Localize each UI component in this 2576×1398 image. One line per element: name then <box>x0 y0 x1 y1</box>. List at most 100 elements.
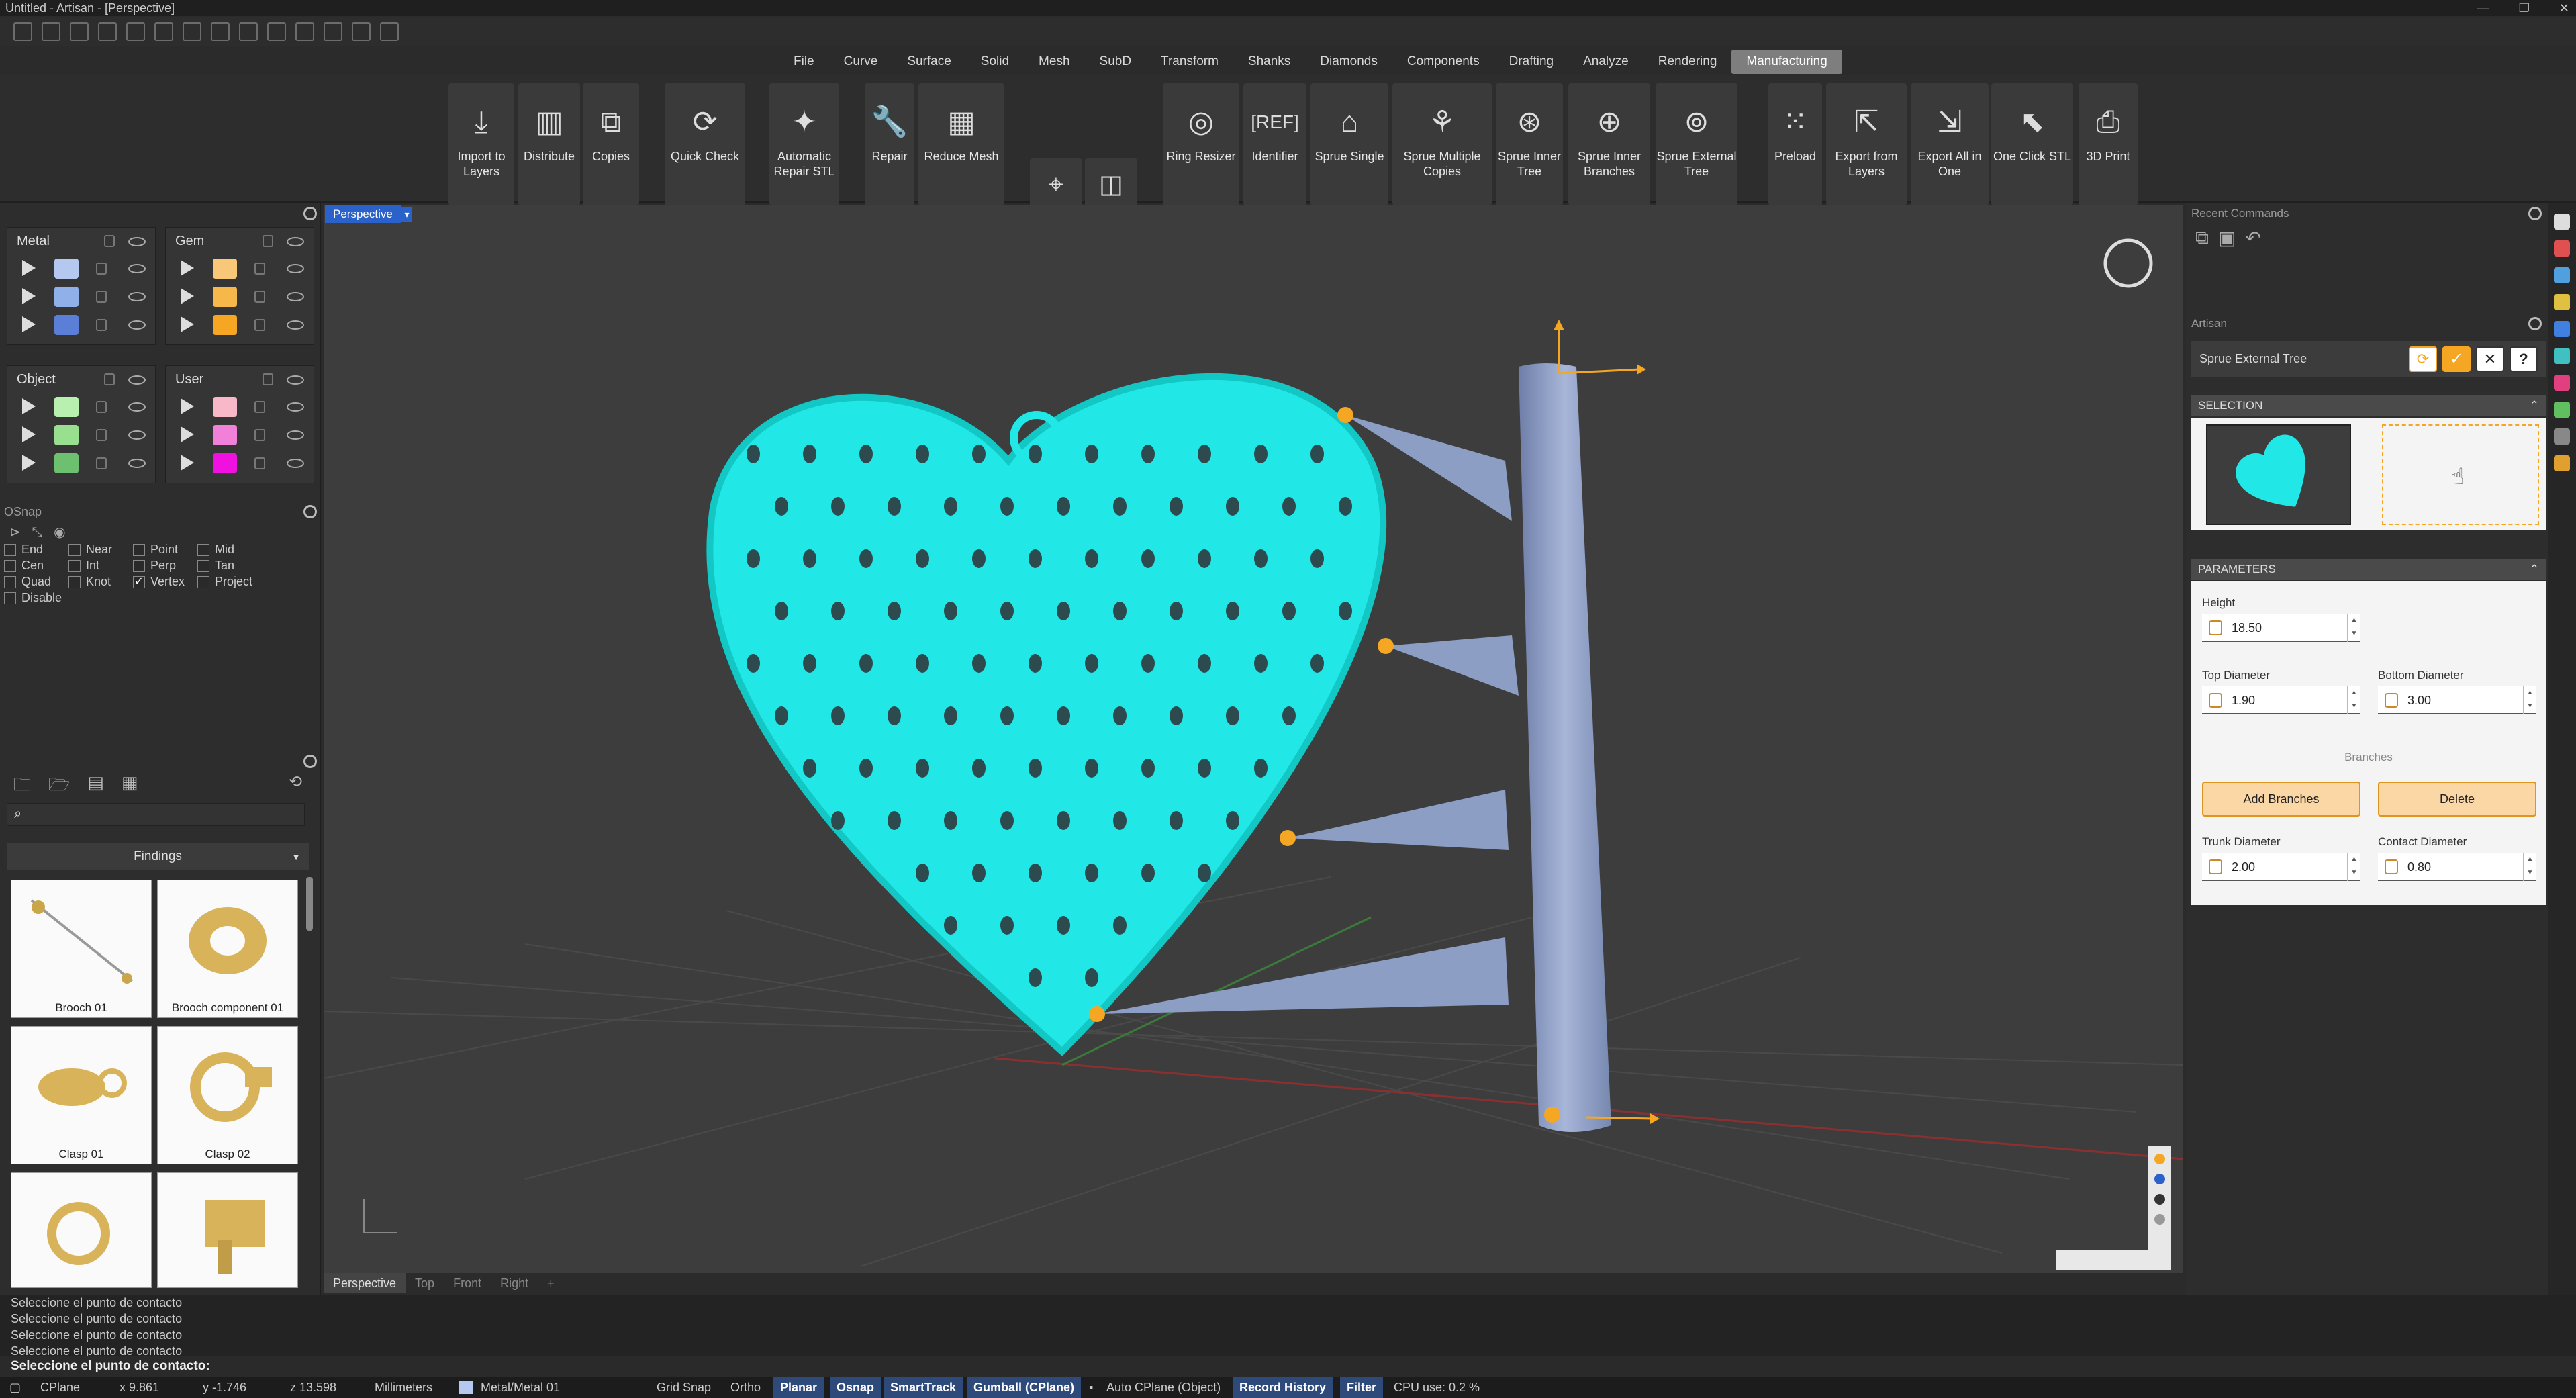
library-item[interactable] <box>157 1172 298 1288</box>
command-prompt[interactable]: Seleccione el punto de contacto: <box>0 1356 2576 1377</box>
top-diameter-field[interactable]: 1.90 ▲ ▼ <box>2202 686 2360 714</box>
osnap-point[interactable]: Point <box>133 543 178 557</box>
sprue-single-button[interactable]: ⌂ Sprue Single <box>1310 83 1388 205</box>
layer-row[interactable] <box>166 421 314 449</box>
eye-icon[interactable] <box>128 237 146 246</box>
export-all-in-one-button[interactable]: ⇲ Export All in One <box>1911 83 1989 205</box>
render-icon[interactable] <box>2554 294 2570 310</box>
distribute-button[interactable]: ▥ Distribute <box>518 83 580 205</box>
add-branches-button[interactable]: Add Branches <box>2202 782 2360 817</box>
osnap-vertex[interactable]: ✓ Vertex <box>133 575 185 589</box>
osnap-project[interactable]: Project <box>197 575 252 589</box>
eye-icon[interactable] <box>128 402 146 412</box>
menu-manufacturing[interactable]: Manufacturing <box>1731 50 1842 74</box>
menu-diamonds[interactable]: Diamonds <box>1305 50 1392 74</box>
menu-mesh[interactable]: Mesh <box>1024 50 1084 74</box>
sprue-multiple-copies-button[interactable]: ⚘ Sprue Multiple Copies <box>1392 83 1492 205</box>
filter-toggle[interactable]: Filter <box>1340 1377 1384 1398</box>
viewport-label[interactable]: Perspective <box>325 205 401 223</box>
viewport-menu-chevron-icon[interactable]: ▾ <box>401 207 412 222</box>
artisan-settings-gear-icon[interactable] <box>2528 317 2542 330</box>
maximize-icon[interactable]: ❐ <box>2519 0 2530 16</box>
eye-icon[interactable] <box>128 264 146 273</box>
play-icon[interactable] <box>22 316 36 332</box>
layer-row[interactable] <box>7 283 155 311</box>
layers-settings-gear-icon[interactable] <box>303 207 317 220</box>
play-icon[interactable] <box>181 260 194 276</box>
help-button[interactable]: ? <box>2510 346 2538 372</box>
osnap-int[interactable]: Int <box>68 559 99 573</box>
library-item[interactable]: Clasp 02 <box>157 1026 298 1164</box>
eye-icon[interactable] <box>128 375 146 385</box>
play-icon[interactable] <box>181 288 194 304</box>
layer-color-swatch[interactable] <box>213 315 237 335</box>
eye-icon[interactable] <box>128 459 146 468</box>
layers-icon[interactable] <box>2554 267 2570 283</box>
lock-icon[interactable] <box>254 263 265 275</box>
menu-subd[interactable]: SubD <box>1085 50 1147 74</box>
chevron-up-icon[interactable]: ⌃ <box>2530 559 2539 580</box>
menu-shanks[interactable]: Shanks <box>1233 50 1305 74</box>
osnap-settings-gear-icon[interactable] <box>303 505 317 518</box>
osnap-mid[interactable]: Mid <box>197 543 234 557</box>
osnap-knot[interactable]: Knot <box>68 575 111 589</box>
delete-button[interactable]: Delete <box>2378 782 2536 817</box>
parameters-header[interactable]: PARAMETERS ⌃ <box>2191 559 2546 580</box>
undo-icon[interactable] <box>126 22 145 41</box>
perspective-viewport[interactable] <box>324 205 2183 1273</box>
lock-icon[interactable] <box>254 291 265 303</box>
gumball-toggle[interactable]: Gumball (CPlane) <box>967 1377 1082 1398</box>
play-icon[interactable] <box>181 455 194 471</box>
top-diameter-spinner[interactable]: ▲ ▼ <box>2347 686 2360 714</box>
sprue-inner-branches-button[interactable]: ⊕ Sprue Inner Branches <box>1568 83 1650 205</box>
environment-icon[interactable] <box>2554 375 2570 391</box>
osnap-target-icon[interactable]: ◉ <box>54 525 65 540</box>
pick-point-slot[interactable]: ☝ <box>2382 424 2539 525</box>
materials-icon[interactable] <box>2554 348 2570 364</box>
lock-icon[interactable] <box>263 373 273 385</box>
ortho-toggle[interactable]: Ortho <box>730 1377 761 1398</box>
eye-icon[interactable] <box>128 430 146 440</box>
mesh-tool-1-icon[interactable]: ⌖ <box>1030 158 1082 211</box>
lock-icon[interactable] <box>254 429 265 441</box>
layer-row[interactable] <box>166 393 314 421</box>
lock-icon[interactable] <box>96 457 107 469</box>
preload-button[interactable]: ⁙ Preload <box>1768 83 1822 205</box>
menu-solid[interactable]: Solid <box>966 50 1024 74</box>
save-as-icon[interactable] <box>211 22 230 41</box>
one-click-stl-button[interactable]: ⬉ One Click STL <box>1991 83 2073 205</box>
sprue-trunk[interactable] <box>1519 363 1611 1132</box>
open-folder-icon[interactable] <box>70 22 89 41</box>
identifier-button[interactable]: [REF] Identifier <box>1243 83 1306 205</box>
array-tool-icon[interactable] <box>352 22 371 41</box>
layer-row[interactable] <box>166 254 314 283</box>
lights-icon[interactable] <box>2554 402 2570 418</box>
cplane-label[interactable]: CPlane <box>40 1377 80 1398</box>
record-history-toggle[interactable]: Record History <box>1233 1377 1333 1398</box>
tab-front[interactable]: Front <box>444 1273 491 1293</box>
export-from-layers-button[interactable]: ⇱ Export from Layers <box>1826 83 1907 205</box>
mesh-tool-2-icon[interactable]: ◫ <box>1085 158 1137 211</box>
smarttrack-toggle[interactable]: SmartTrack <box>884 1377 963 1398</box>
3d-print-button[interactable]: ⎙ 3D Print <box>2079 83 2138 205</box>
osnap-end[interactable]: End <box>4 543 43 557</box>
lock-icon[interactable] <box>254 319 265 331</box>
library-search-input[interactable]: ⌕ <box>7 803 305 826</box>
reduce-mesh-button[interactable]: ▦ Reduce Mesh <box>918 83 1004 205</box>
layer-color-swatch[interactable] <box>54 315 79 335</box>
grid-snap-toggle[interactable]: Grid Snap <box>657 1377 711 1398</box>
layer-row[interactable] <box>7 311 155 339</box>
layer-color-swatch[interactable] <box>54 397 79 417</box>
layer-row[interactable] <box>7 449 155 477</box>
planar-toggle[interactable]: Planar <box>773 1377 824 1398</box>
eye-icon[interactable] <box>128 292 146 301</box>
lock-icon[interactable] <box>96 429 107 441</box>
layer-color-swatch[interactable] <box>213 397 237 417</box>
refresh-icon[interactable]: ⟳ <box>2409 346 2437 372</box>
osnap-disable[interactable]: Disable <box>4 591 62 605</box>
tab-perspective[interactable]: Perspective <box>324 1273 406 1293</box>
display-icon[interactable] <box>2554 321 2570 337</box>
import-to-layers-button[interactable]: ⤓ Import to Layers <box>448 83 514 205</box>
menu-surface[interactable]: Surface <box>892 50 965 74</box>
minimize-icon[interactable]: — <box>2477 0 2489 16</box>
